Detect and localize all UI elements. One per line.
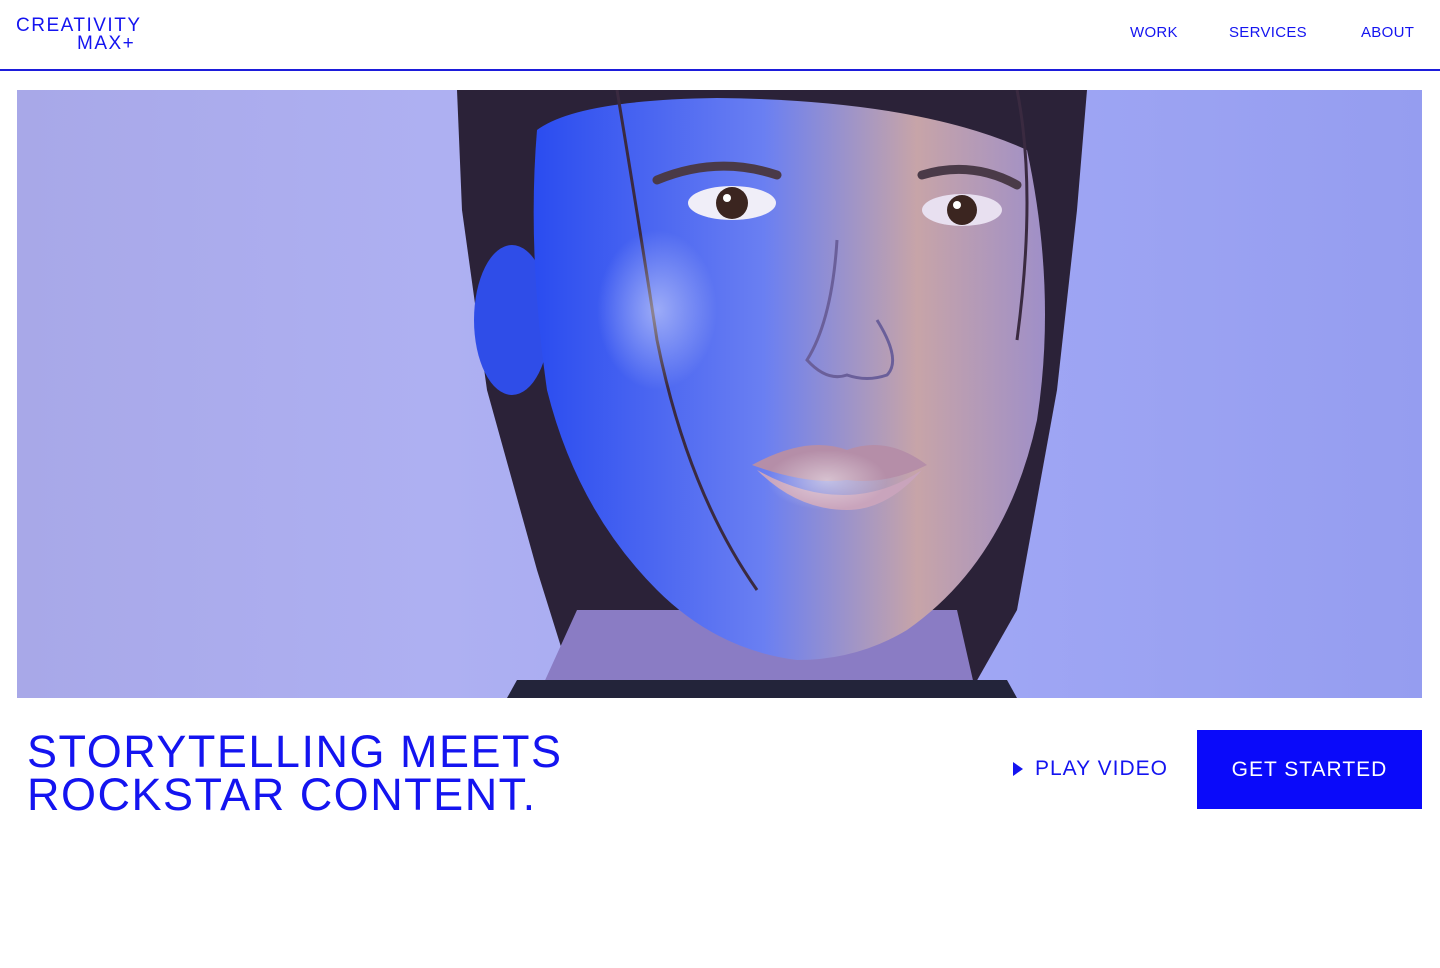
nav-about[interactable]: ABOUT bbox=[1361, 24, 1414, 41]
site-header: CREATIVITY MAX+ WORK SERVICES ABOUT bbox=[0, 0, 1440, 71]
play-video-button[interactable]: PLAY VIDEO bbox=[1013, 755, 1168, 783]
portrait-illustration bbox=[457, 90, 1087, 698]
hero-image bbox=[17, 90, 1422, 698]
nav-services[interactable]: SERVICES bbox=[1229, 24, 1307, 41]
headline-line2: ROCKSTAR CONTENT. bbox=[27, 769, 537, 820]
get-started-button[interactable]: GET STARTED bbox=[1197, 730, 1422, 809]
headline-line1: STORYTELLING MEETS bbox=[27, 726, 563, 777]
logo-line2: MAX+ bbox=[77, 33, 136, 54]
play-video-label: PLAY VIDEO bbox=[1035, 757, 1168, 780]
hero-headline: STORYTELLING MEETS ROCKSTAR CONTENT. bbox=[27, 726, 587, 820]
play-icon bbox=[1013, 762, 1023, 776]
logo[interactable]: CREATIVITY MAX+ bbox=[16, 16, 146, 54]
nav-work[interactable]: WORK bbox=[1130, 24, 1178, 41]
